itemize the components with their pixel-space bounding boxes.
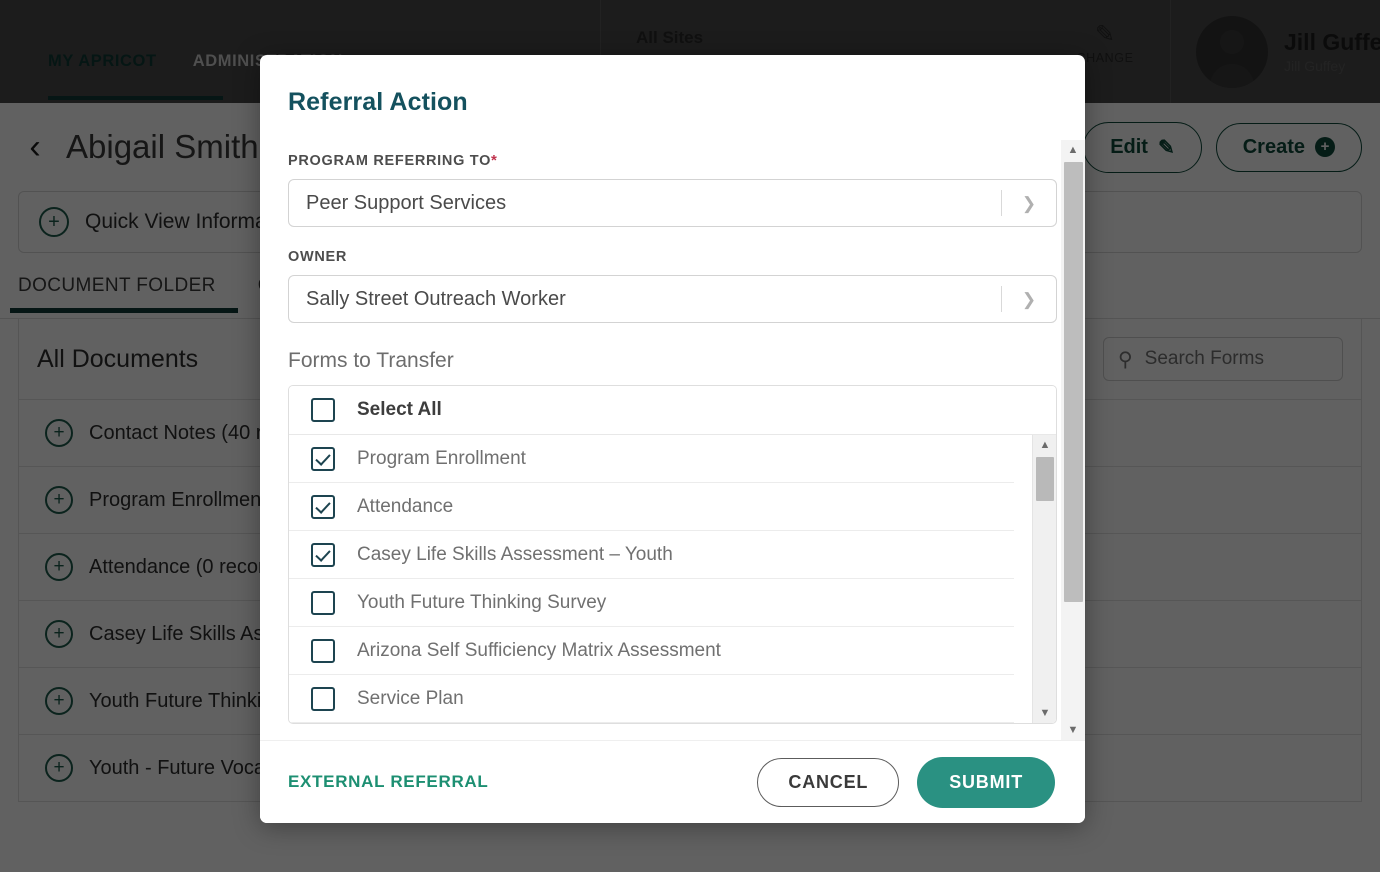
forms-to-transfer-heading: Forms to Transfer [288, 349, 1057, 373]
scroll-down-arrow-icon[interactable]: ▼ [1061, 720, 1085, 740]
scroll-up-arrow-icon[interactable]: ▲ [1061, 140, 1085, 160]
list-item[interactable]: Attendance [289, 483, 1014, 531]
scroll-up-arrow-icon[interactable]: ▲ [1033, 435, 1056, 455]
dialog-title: Referral Action [288, 88, 468, 117]
list-item[interactable]: Casey Life Skills Assessment – Youth [289, 531, 1014, 579]
form-checkbox[interactable] [311, 543, 335, 567]
select-all-checkbox[interactable] [311, 398, 335, 422]
form-checkbox[interactable] [311, 687, 335, 711]
form-label: Casey Life Skills Assessment – Youth [357, 544, 673, 566]
submit-button[interactable]: SUBMIT [917, 757, 1055, 808]
forms-list-scroll: Program Enrollment Attendance Casey Life… [289, 435, 1056, 723]
list-item[interactable]: Program Enrollment [289, 435, 1014, 483]
cancel-button[interactable]: CANCEL [757, 758, 899, 807]
form-checkbox[interactable] [311, 639, 335, 663]
form-checkbox[interactable] [311, 495, 335, 519]
owner-label: OWNER [288, 249, 1057, 265]
external-referral-link[interactable]: EXTERNAL REFERRAL [288, 772, 489, 792]
select-all-row[interactable]: Select All [289, 386, 1056, 435]
form-label: Attendance [357, 496, 453, 518]
dialog-scroll-area: PROGRAM REFERRING TO* Peer Support Servi… [260, 140, 1085, 740]
dialog-footer: EXTERNAL REFERRAL CANCEL SUBMIT [260, 740, 1085, 823]
form-checkbox[interactable] [311, 447, 335, 471]
program-referring-to-select[interactable]: Peer Support Services ❯ [288, 179, 1057, 227]
form-label: Service Plan [357, 688, 464, 710]
forms-to-transfer-list: Select All Program Enrollment Attendance… [288, 385, 1057, 724]
chevron-down-icon: ❯ [1002, 291, 1056, 308]
form-checkbox[interactable] [311, 591, 335, 615]
program-referring-to-label: PROGRAM REFERRING TO* [288, 152, 1057, 169]
form-label: Program Enrollment [357, 448, 526, 470]
list-item[interactable]: Youth Future Thinking Survey [289, 579, 1014, 627]
program-referring-to-label-text: PROGRAM REFERRING TO [288, 153, 491, 169]
owner-select[interactable]: Sally Street Outreach Worker ❯ [288, 275, 1057, 323]
select-all-label: Select All [357, 399, 442, 421]
list-item[interactable]: Service Plan [289, 675, 1014, 723]
program-referring-to-value: Peer Support Services [289, 192, 1001, 215]
required-marker: * [491, 152, 498, 169]
form-label: Youth Future Thinking Survey [357, 592, 606, 614]
forms-list-scrollbar-thumb[interactable] [1036, 457, 1054, 501]
referral-action-dialog: Referral Action PROGRAM REFERRING TO* Pe… [260, 55, 1085, 823]
dialog-scrollbar[interactable]: ▲ ▼ [1061, 140, 1085, 740]
form-label: Arizona Self Sufficiency Matrix Assessme… [357, 640, 721, 662]
forms-list-scrollbar[interactable]: ▲ ▼ [1032, 435, 1056, 723]
dialog-scrollbar-thumb[interactable] [1064, 162, 1083, 602]
owner-value: Sally Street Outreach Worker [289, 288, 1001, 311]
scroll-down-arrow-icon[interactable]: ▼ [1033, 703, 1056, 723]
list-item[interactable]: Arizona Self Sufficiency Matrix Assessme… [289, 627, 1014, 675]
chevron-down-icon: ❯ [1002, 195, 1056, 212]
